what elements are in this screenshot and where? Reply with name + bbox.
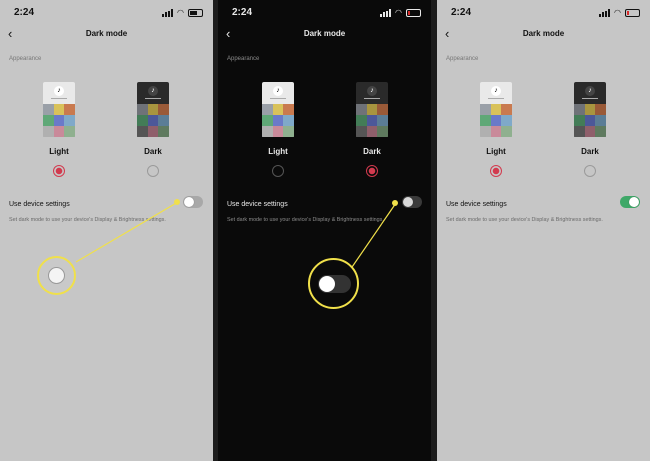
section-label: Appearance: [446, 56, 479, 62]
wifi-icon: ◠: [614, 8, 621, 17]
screen-2: 2:24 ◠ ‹ Dark mode Appearance ♪ ♪ Light …: [218, 0, 431, 461]
callout-line: [349, 202, 397, 271]
callout-dot: [392, 200, 398, 206]
nav-bar: ‹ Dark mode: [437, 26, 650, 42]
callout-dot: [174, 199, 180, 205]
use-device-settings-hint: Set dark mode to use your device's Displ…: [446, 217, 603, 223]
use-device-settings-label: Use device settings: [446, 201, 507, 208]
dark-radio[interactable]: [584, 165, 596, 177]
tiktok-logo-icon: ♪: [585, 86, 595, 96]
signal-icon: [599, 9, 611, 17]
battery-icon: [625, 9, 640, 17]
screen-1: 2:24 ◠ ‹ Dark mode Appearance ♪ ♪ Light …: [0, 0, 213, 461]
callout-zoom-circle: [308, 258, 359, 309]
dark-theme-preview[interactable]: ♪: [574, 82, 606, 138]
screen-3: 2:24 ◠ ‹ Dark mode Appearance ♪ ♪ Light …: [437, 0, 650, 461]
dark-option-label: Dark: [581, 147, 599, 156]
zoomed-toggle-knob: [319, 276, 335, 292]
light-radio[interactable]: [490, 165, 502, 177]
use-device-settings-toggle[interactable]: [620, 196, 640, 208]
status-time: 2:24: [451, 7, 472, 18]
light-theme-preview[interactable]: ♪: [480, 82, 512, 138]
callout-line: [75, 201, 179, 263]
toggle-knob: [629, 197, 639, 207]
tiktok-logo-icon: ♪: [491, 86, 501, 96]
light-option-label: Light: [486, 147, 506, 156]
status-bar: 2:24 ◠: [437, 7, 650, 21]
callout-zoom-circle: [37, 256, 76, 295]
zoomed-toggle-knob: [48, 267, 65, 284]
page-title: Dark mode: [522, 29, 565, 38]
